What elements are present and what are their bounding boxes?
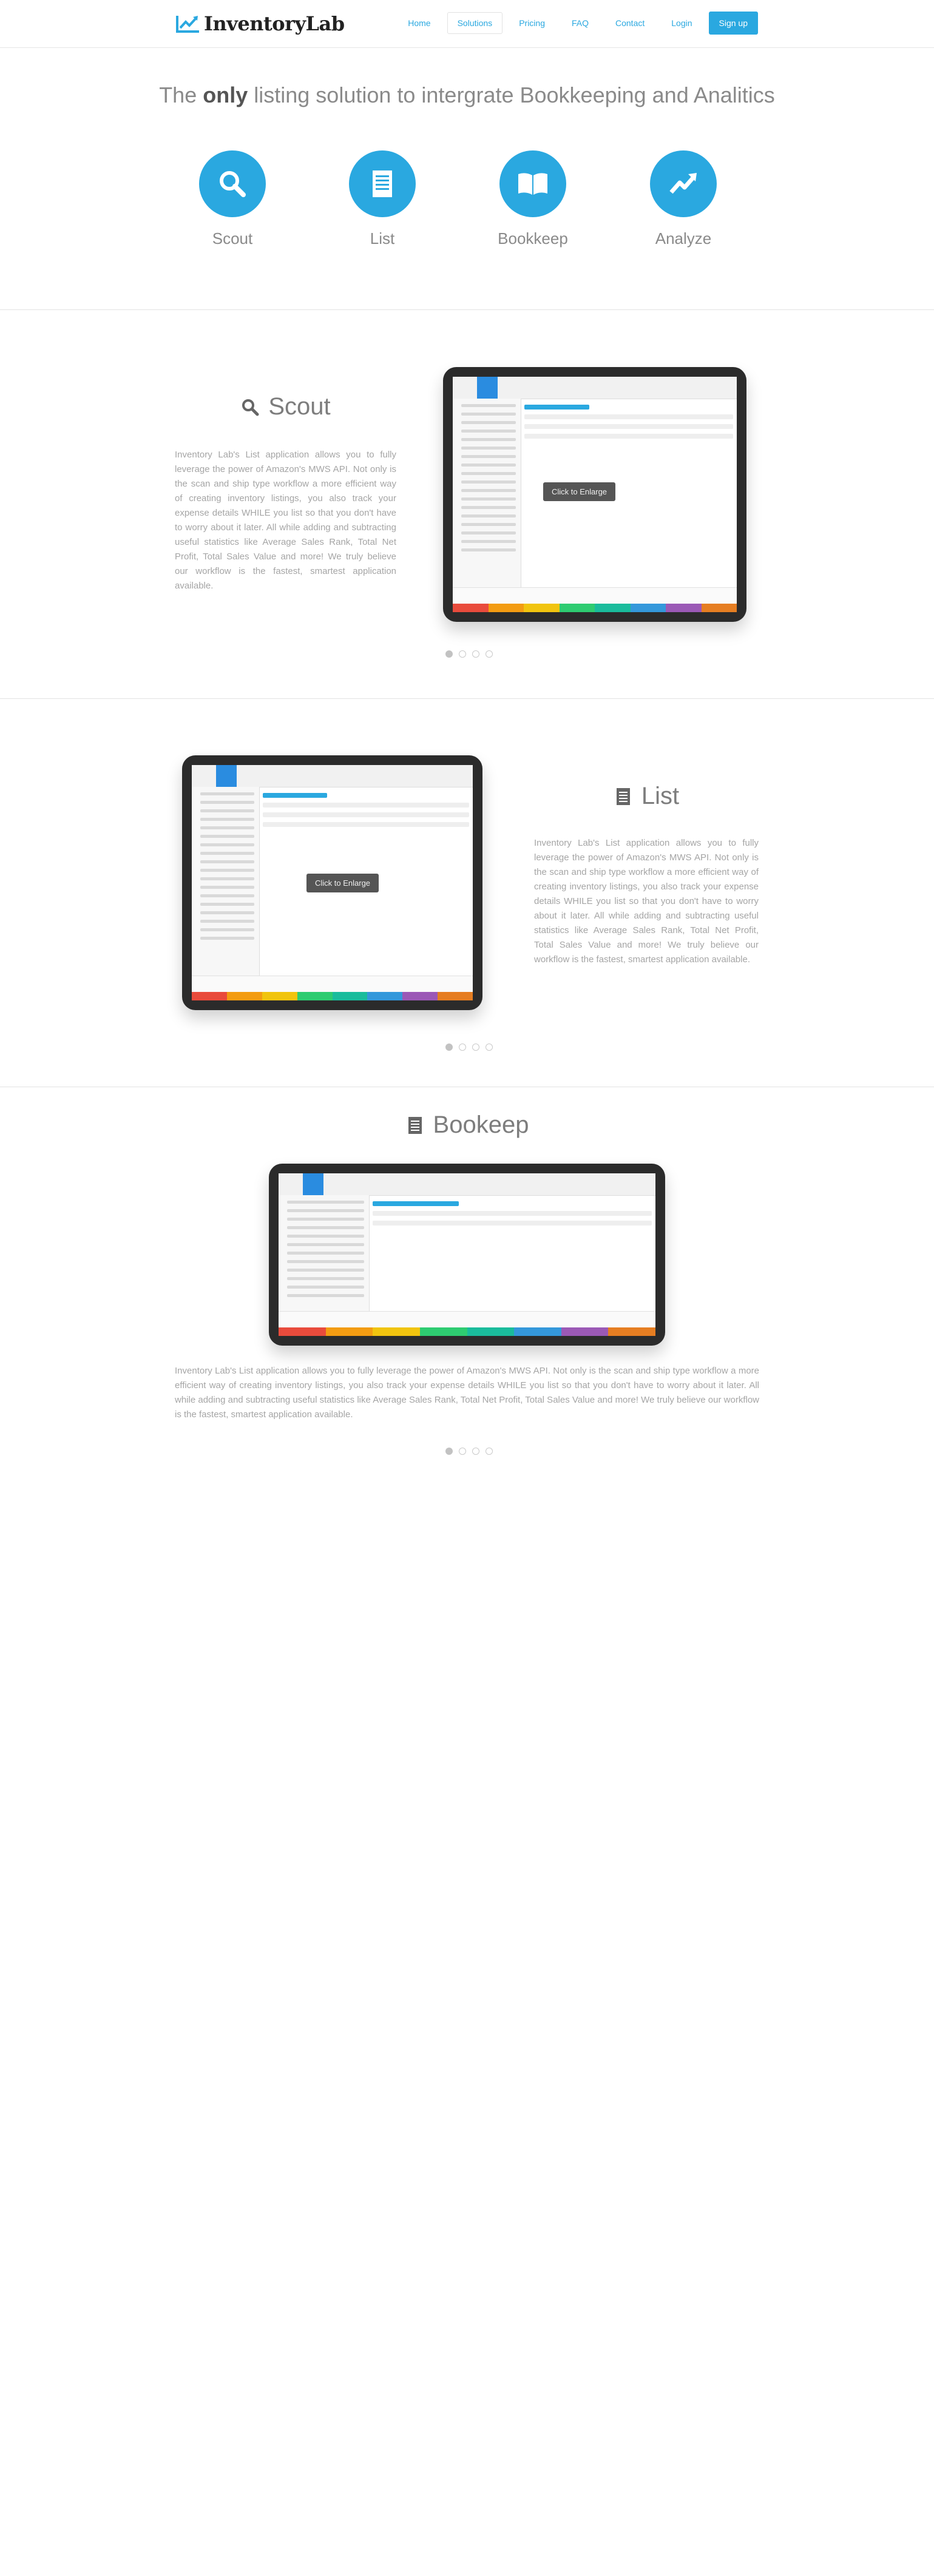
nav-solutions-link[interactable]: Solutions (447, 12, 503, 34)
logo[interactable]: InventoryLab (175, 11, 345, 36)
list-document-icon (373, 170, 392, 197)
logo-text: InventoryLab (204, 12, 345, 35)
trend-logo-icon (176, 16, 199, 33)
app-screenshot (279, 1173, 655, 1336)
feature-bookkeep-label: Bookkeep (498, 229, 568, 248)
nav-faq-link[interactable]: FAQ (561, 12, 599, 34)
carousel-dot-3[interactable] (472, 650, 479, 658)
signup-button[interactable]: Sign up (708, 12, 758, 35)
click-to-enlarge-button[interactable]: Click to Enlarge (306, 874, 379, 892)
feature-scout-label: Scout (212, 229, 253, 248)
carousel-dot-4[interactable] (486, 1448, 493, 1455)
carousel-dot-1[interactable] (445, 650, 453, 658)
list-description: Inventory Lab's List application allows … (534, 838, 759, 965)
nav-home-link[interactable]: Home (398, 12, 441, 34)
feature-bookkeep-circle[interactable] (499, 150, 566, 217)
main-menu: Home Solutions Pricing FAQ Contact Login… (391, 12, 758, 35)
scout-heading-text: Scout (268, 393, 331, 420)
carousel-dot-2[interactable] (459, 1044, 466, 1051)
bookkeep-screenshot-tablet[interactable] (269, 1164, 665, 1346)
feature-list[interactable]: List (334, 150, 431, 248)
click-to-enlarge-button[interactable]: Click to Enlarge (543, 482, 616, 501)
list-carousel-dots (445, 1044, 499, 1051)
list-document-icon (408, 1116, 422, 1134)
carousel-dot-4[interactable] (486, 650, 493, 658)
scout-description: Inventory Lab's List application allows … (175, 450, 396, 591)
carousel-dot-2[interactable] (459, 1448, 466, 1455)
scout-heading: Scout (175, 393, 396, 420)
nav-pricing-link[interactable]: Pricing (509, 12, 555, 34)
carousel-dot-1[interactable] (445, 1448, 453, 1455)
nav-contact-link[interactable]: Contact (605, 12, 655, 34)
section-divider (0, 309, 934, 310)
scout-carousel-dots (445, 650, 499, 658)
feature-bookkeep[interactable]: Bookkeep (484, 150, 581, 248)
feature-list-label: List (370, 229, 395, 248)
feature-analyze-circle[interactable] (650, 150, 717, 217)
carousel-dot-4[interactable] (486, 1044, 493, 1051)
search-icon (242, 399, 259, 416)
list-document-icon (616, 787, 630, 805)
list-heading-text: List (641, 783, 680, 809)
feature-analyze-label: Analyze (655, 229, 712, 248)
carousel-dot-3[interactable] (472, 1448, 479, 1455)
list-screenshot-tablet[interactable]: Click to Enlarge (182, 755, 482, 1010)
carousel-dot-2[interactable] (459, 650, 466, 658)
section-divider (0, 698, 934, 699)
feature-scout[interactable]: Scout (184, 150, 281, 248)
search-icon (220, 171, 246, 197)
bookkeep-carousel-dots (445, 1448, 499, 1455)
carousel-dot-1[interactable] (445, 1044, 453, 1051)
top-navbar: InventoryLab Home Solutions Pricing FAQ … (0, 0, 934, 48)
trend-arrow-icon (669, 173, 697, 194)
feature-list: Scout List Bookkeep Analyze (175, 150, 759, 254)
carousel-dot-3[interactable] (472, 1044, 479, 1051)
nav-login-link[interactable]: Login (661, 12, 702, 34)
feature-scout-circle[interactable] (199, 150, 266, 217)
bookkeep-description: Inventory Lab's List application allows … (175, 1366, 759, 1420)
bookkeep-heading: Bookeep (0, 1111, 934, 1139)
feature-list-circle[interactable] (349, 150, 416, 217)
list-heading: List (534, 783, 759, 810)
open-book-icon (518, 173, 547, 195)
hero-title-emphasis: only (203, 83, 248, 107)
bookkeep-heading-text: Bookeep (433, 1111, 529, 1138)
hero-title: The only listing solution to intergrate … (159, 83, 775, 107)
scout-screenshot-tablet[interactable]: Click to Enlarge (443, 367, 746, 622)
feature-analyze[interactable]: Analyze (635, 150, 732, 248)
